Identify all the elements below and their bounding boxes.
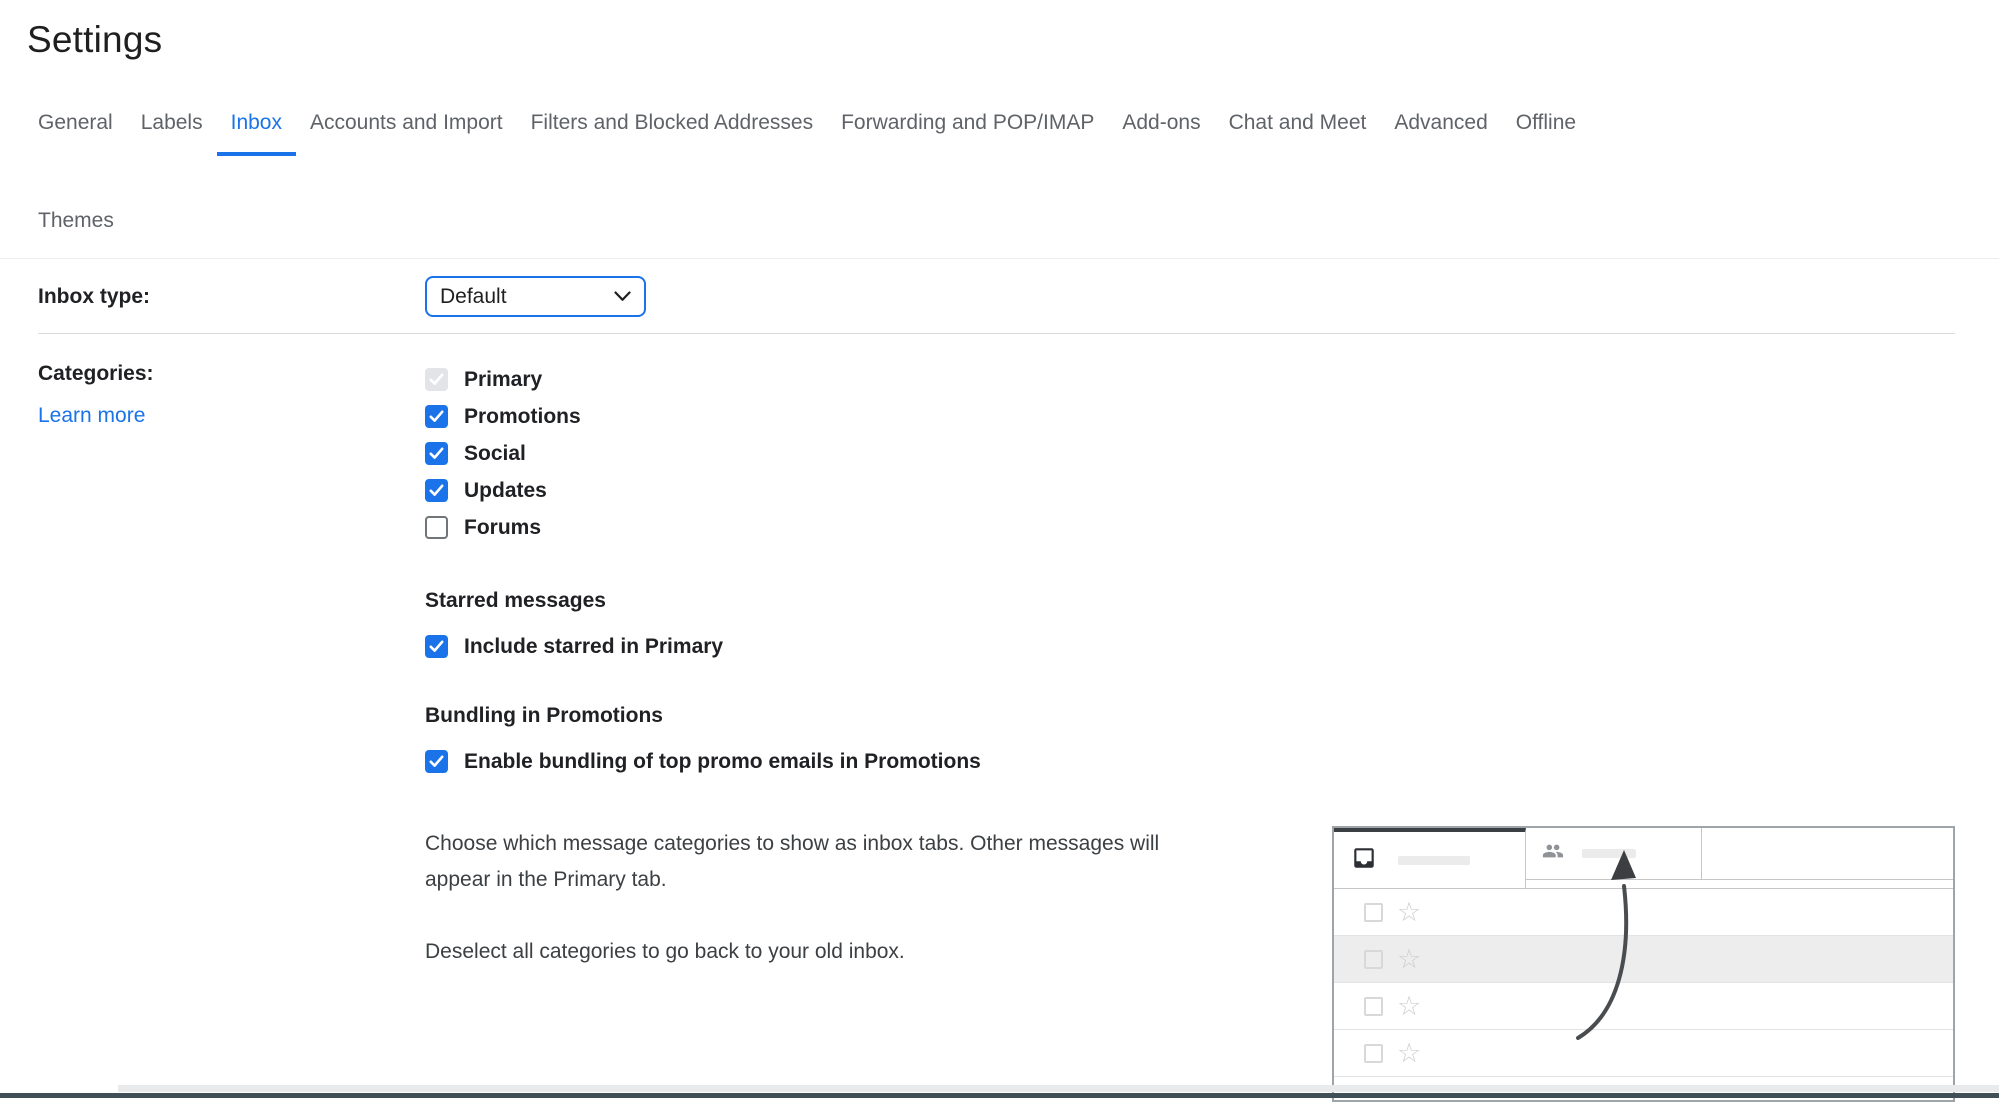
row-checkbox-placeholder <box>1364 950 1383 969</box>
row-checkbox-placeholder <box>1364 1044 1383 1063</box>
illustration-message-rows: ☆ ☆ ☆ ☆ <box>1334 888 1953 1077</box>
category-label-forums: Forums <box>464 516 541 540</box>
star-icon: ☆ <box>1397 946 1421 973</box>
tab-offline[interactable]: Offline <box>1502 110 1590 156</box>
tab-filters-and-blocked-addresses[interactable]: Filters and Blocked Addresses <box>517 110 827 156</box>
learn-more-link[interactable]: Learn more <box>38 404 145 428</box>
illustration-tab-strip-rest <box>1702 828 1953 880</box>
tab-forwarding-and-pop-imap[interactable]: Forwarding and POP/IMAP <box>827 110 1108 156</box>
categories-row: Categories: Learn more Primary Promotion… <box>38 334 1955 1102</box>
settings-tab-bar: General Labels Inbox Accounts and Import… <box>0 110 1999 254</box>
page-title: Settings <box>0 0 1999 62</box>
category-option-forums: Forums <box>425 509 1955 546</box>
checkbox-include-starred-in-primary[interactable] <box>425 635 448 658</box>
inbox-type-select[interactable]: Default <box>425 276 646 317</box>
checkbox-social[interactable] <box>425 442 448 465</box>
tab-label-placeholder <box>1582 849 1636 858</box>
inbox-icon <box>1350 845 1378 876</box>
categories-description-row: Choose which message categories to show … <box>425 826 1955 1102</box>
tab-inbox[interactable]: Inbox <box>217 110 296 156</box>
checkbox-primary <box>425 368 448 391</box>
message-row: ☆ <box>1334 1030 1953 1077</box>
category-option-social: Social <box>425 435 1955 472</box>
checkbox-enable-bundling[interactable] <box>425 750 448 773</box>
tab-add-ons[interactable]: Add-ons <box>1108 110 1214 156</box>
star-icon: ☆ <box>1397 993 1421 1020</box>
tab-labels[interactable]: Labels <box>127 110 217 156</box>
illustration-active-tab <box>1334 828 1526 888</box>
inbox-type-label: Inbox type: <box>38 284 425 310</box>
description-paragraph-1: Choose which message categories to show … <box>425 826 1205 898</box>
inbox-type-selected-value: Default <box>440 285 507 309</box>
category-label-primary: Primary <box>464 368 542 392</box>
tab-advanced[interactable]: Advanced <box>1380 110 1501 156</box>
category-label-updates: Updates <box>464 479 547 503</box>
tab-themes[interactable]: Themes <box>24 208 128 254</box>
message-row-highlighted: ☆ <box>1334 936 1953 983</box>
tab-accounts-and-import[interactable]: Accounts and Import <box>296 110 517 156</box>
description-paragraph-2: Deselect all categories to go back to yo… <box>425 934 1205 970</box>
bundling-option-row: Enable bundling of top promo emails in P… <box>425 743 1955 780</box>
illustration-second-tab <box>1526 828 1702 880</box>
tab-label-placeholder <box>1398 856 1470 865</box>
chevron-down-icon <box>614 291 631 302</box>
category-option-updates: Updates <box>425 472 1955 509</box>
star-icon: ☆ <box>1397 1040 1421 1067</box>
inbox-type-row: Inbox type: Default <box>38 259 1955 334</box>
enable-bundling-label: Enable bundling of top promo emails in P… <box>464 750 981 774</box>
people-icon <box>1540 840 1566 867</box>
star-icon: ☆ <box>1397 899 1421 926</box>
starred-option-row: Include starred in Primary <box>425 628 1955 665</box>
settings-body: Inbox type: Default Categories: Learn mo… <box>38 259 1955 1102</box>
inbox-tabs-illustration: ☆ ☆ ☆ ☆ <box>1332 826 1955 1102</box>
category-label-promotions: Promotions <box>464 405 581 429</box>
category-option-primary: Primary <box>425 361 1955 398</box>
bottom-edge-divider <box>0 1093 1999 1098</box>
tab-general[interactable]: General <box>24 110 127 156</box>
checkbox-forums[interactable] <box>425 516 448 539</box>
category-option-promotions: Promotions <box>425 398 1955 435</box>
categories-description: Choose which message categories to show … <box>425 826 1205 970</box>
bundling-heading: Bundling in Promotions <box>425 703 1955 729</box>
message-row: ☆ <box>1334 889 1953 936</box>
categories-label: Categories: <box>38 361 425 387</box>
row-checkbox-placeholder <box>1364 903 1383 922</box>
starred-messages-heading: Starred messages <box>425 588 1955 614</box>
row-checkbox-placeholder <box>1364 997 1383 1016</box>
checkbox-updates[interactable] <box>425 479 448 502</box>
tab-chat-and-meet[interactable]: Chat and Meet <box>1215 110 1381 156</box>
checkbox-promotions[interactable] <box>425 405 448 428</box>
illustration-tab-strip <box>1334 828 1953 888</box>
horizontal-scrollbar-thumb[interactable] <box>118 1085 1999 1092</box>
message-row: ☆ <box>1334 983 1953 1030</box>
category-label-social: Social <box>464 442 526 466</box>
include-starred-label: Include starred in Primary <box>464 635 723 659</box>
